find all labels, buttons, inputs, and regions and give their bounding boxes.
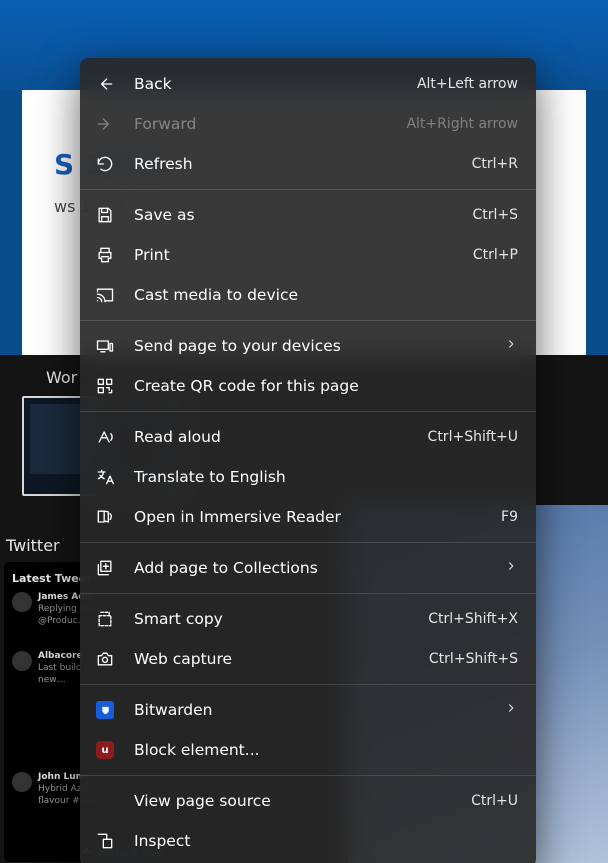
menu-qr[interactable]: Create QR code for this page (80, 366, 536, 406)
camera-icon (94, 648, 116, 670)
menu-smart-copy-label: Smart copy (134, 610, 416, 628)
menu-translate[interactable]: Translate to English (80, 457, 536, 497)
smart-copy-icon (94, 608, 116, 630)
menu-immersive-label: Open in Immersive Reader (134, 508, 489, 526)
menu-collections-label: Add page to Collections (134, 559, 492, 577)
menu-refresh-label: Refresh (134, 155, 460, 173)
refresh-icon (94, 153, 116, 175)
qr-icon (94, 375, 116, 397)
devices-icon (94, 335, 116, 357)
menu-block-element-label: Block element... (134, 741, 518, 759)
menu-refresh[interactable]: Refresh Ctrl+R (80, 144, 536, 184)
menu-save-as[interactable]: Save as Ctrl+S (80, 195, 536, 235)
menu-web-capture-shortcut: Ctrl+Shift+S (429, 651, 518, 667)
book-audio-icon (94, 506, 116, 528)
menu-collections[interactable]: Add page to Collections (80, 548, 536, 588)
menu-separator (80, 593, 536, 594)
chevron-right-icon (504, 701, 518, 719)
menu-immersive-shortcut: F9 (501, 509, 518, 525)
menu-print-label: Print (134, 246, 461, 264)
menu-separator (80, 411, 536, 412)
menu-cast[interactable]: Cast media to device (80, 275, 536, 315)
menu-back-shortcut: Alt+Left arrow (417, 76, 518, 92)
menu-inspect-label: Inspect (134, 832, 518, 850)
menu-print[interactable]: Print Ctrl+P (80, 235, 536, 275)
menu-view-source-shortcut: Ctrl+U (471, 793, 518, 809)
menu-inspect[interactable]: Inspect (80, 821, 536, 861)
menu-forward-shortcut: Alt+Right arrow (406, 116, 518, 132)
menu-bitwarden-label: Bitwarden (134, 701, 492, 719)
menu-back-label: Back (134, 75, 405, 93)
menu-send-devices[interactable]: Send page to your devices (80, 326, 536, 366)
chevron-right-icon (504, 337, 518, 355)
menu-separator (80, 320, 536, 321)
menu-immersive[interactable]: Open in Immersive Reader F9 (80, 497, 536, 537)
cast-icon (94, 284, 116, 306)
menu-save-as-label: Save as (134, 206, 460, 224)
menu-web-capture[interactable]: Web capture Ctrl+Shift+S (80, 639, 536, 679)
chevron-right-icon (504, 559, 518, 577)
twitter-section-label: Twitter (6, 536, 60, 555)
menu-block-element[interactable]: u Block element... (80, 730, 536, 770)
ublock-icon: u (94, 739, 116, 761)
context-menu: Back Alt+Left arrow Forward Alt+Right ar… (80, 58, 536, 863)
menu-back[interactable]: Back Alt+Left arrow (80, 64, 536, 104)
menu-refresh-shortcut: Ctrl+R (472, 156, 518, 172)
inspect-icon (94, 830, 116, 852)
menu-read-aloud-shortcut: Ctrl+Shift+U (428, 429, 518, 445)
menu-smart-copy-shortcut: Ctrl+Shift+X (428, 611, 518, 627)
arrow-right-icon (94, 113, 116, 135)
arrow-left-icon (94, 73, 116, 95)
menu-web-capture-label: Web capture (134, 650, 417, 668)
menu-forward-label: Forward (134, 115, 394, 133)
menu-send-devices-label: Send page to your devices (134, 337, 492, 355)
menu-forward: Forward Alt+Right arrow (80, 104, 536, 144)
category-label-fragment: Wor (46, 368, 77, 387)
save-icon (94, 204, 116, 226)
menu-save-as-shortcut: Ctrl+S (472, 207, 518, 223)
read-aloud-icon (94, 426, 116, 448)
menu-view-source-label: View page source (134, 792, 459, 810)
collections-icon (94, 557, 116, 579)
menu-view-source[interactable]: View page source Ctrl+U (80, 781, 536, 821)
menu-separator (80, 775, 536, 776)
menu-separator (80, 189, 536, 190)
blank-icon (94, 790, 116, 812)
menu-read-aloud[interactable]: Read aloud Ctrl+Shift+U (80, 417, 536, 457)
menu-read-aloud-label: Read aloud (134, 428, 416, 446)
bitwarden-icon (94, 699, 116, 721)
menu-bitwarden[interactable]: Bitwarden (80, 690, 536, 730)
print-icon (94, 244, 116, 266)
menu-separator (80, 684, 536, 685)
menu-separator (80, 542, 536, 543)
menu-translate-label: Translate to English (134, 468, 518, 486)
menu-smart-copy[interactable]: Smart copy Ctrl+Shift+X (80, 599, 536, 639)
translate-icon (94, 466, 116, 488)
menu-print-shortcut: Ctrl+P (473, 247, 518, 263)
menu-qr-label: Create QR code for this page (134, 377, 518, 395)
menu-cast-label: Cast media to device (134, 286, 518, 304)
